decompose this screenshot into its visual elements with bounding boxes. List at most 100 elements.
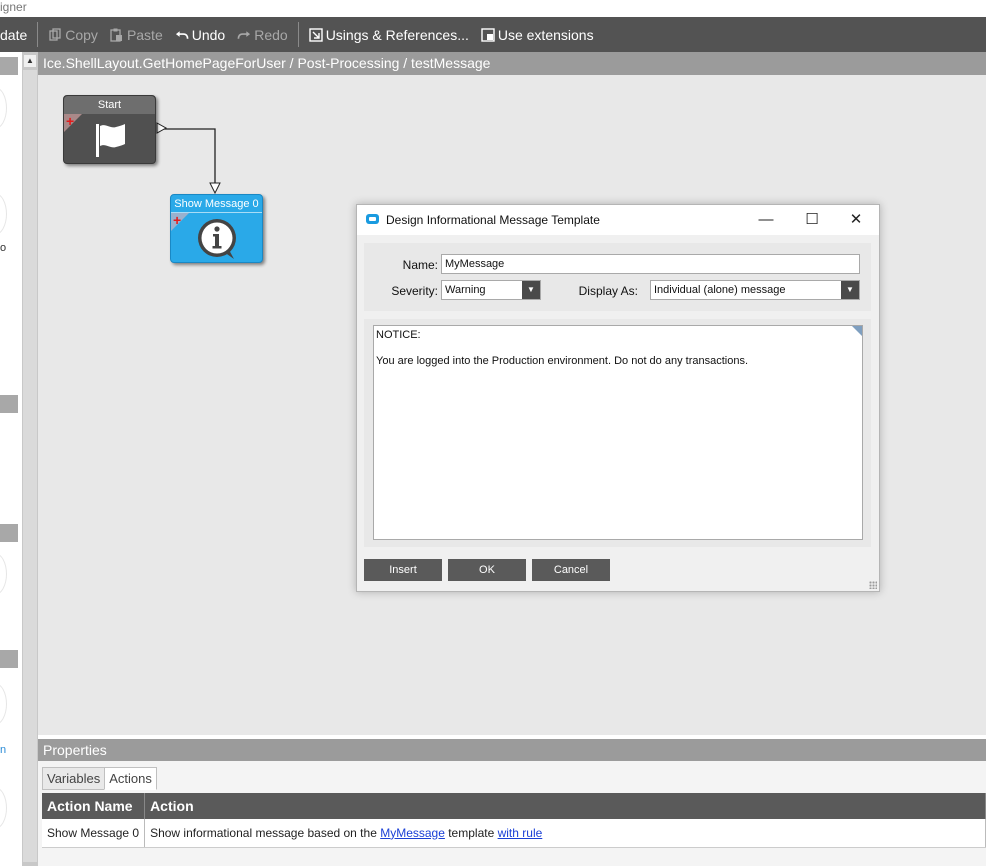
dialog-titlebar[interactable]: Design Informational Message Template — … <box>357 205 879 235</box>
redo-icon <box>237 28 251 42</box>
show-message-node[interactable]: Show Message 0 + <box>170 194 263 263</box>
tab-actions[interactable]: Actions <box>104 767 157 790</box>
dialog-fields-panel: Name: Severity: Warning ▼ Display As: In… <box>364 243 871 311</box>
left-panel-item[interactable] <box>0 88 6 128</box>
action-text: Show informational message based on the <box>150 825 381 840</box>
insert-button[interactable]: Insert <box>364 559 442 581</box>
name-label: Name: <box>402 258 438 272</box>
paste-label: Paste <box>126 26 163 43</box>
window-title: igner <box>0 0 986 17</box>
references-icon <box>308 27 323 42</box>
display-as-label: Display As: <box>578 284 638 298</box>
update-button[interactable]: date <box>0 17 33 52</box>
use-extensions-label: Use extensions <box>497 26 594 43</box>
left-panel: o n <box>0 52 22 866</box>
left-panel-header <box>0 395 18 413</box>
left-panel-header <box>0 57 18 75</box>
action-name-cell[interactable]: Show Message 0 <box>42 819 146 848</box>
message-template-link[interactable]: MyMessage <box>380 826 445 840</box>
left-panel-text: n <box>0 744 7 756</box>
left-panel-item[interactable] <box>0 554 6 594</box>
actions-table: Action Name Action Show Message 0 Show i… <box>42 793 986 848</box>
main-toolbar: date Copy Paste Undo Redo Usings & Refer… <box>0 17 986 52</box>
display-as-select[interactable]: Individual (alone) message ▼ <box>650 280 860 300</box>
scroll-up-arrow-icon[interactable]: ▲ <box>24 55 36 67</box>
name-input[interactable] <box>441 254 860 274</box>
chevron-down-icon[interactable]: ▼ <box>522 281 540 299</box>
breadcrumb: Ice.ShellLayout.GetHomePageForUser / Pos… <box>38 52 986 75</box>
undo-icon <box>175 28 189 42</box>
ok-button[interactable]: OK <box>448 559 526 581</box>
properties-title: Properties <box>43 742 107 758</box>
left-panel-item[interactable] <box>0 194 6 234</box>
table-row[interactable]: Show Message 0 Show informational messag… <box>42 819 986 848</box>
column-header-action-name[interactable]: Action Name <box>42 793 146 819</box>
properties-panel: Variables Actions Action Name Action Sho… <box>38 761 986 866</box>
start-node-header: Start <box>64 96 155 114</box>
left-panel-header <box>0 524 18 542</box>
connector-source-arrow-icon <box>156 122 168 134</box>
connector-target-arrow-icon <box>209 182 221 195</box>
message-line: You are logged into the Production envir… <box>376 355 749 367</box>
toolbar-separator <box>297 22 299 47</box>
redo-button[interactable]: Redo <box>231 17 293 52</box>
maximize-icon: ☐ <box>805 211 819 228</box>
usings-references-label: Usings & References... <box>325 26 469 43</box>
message-template-dialog: Design Informational Message Template — … <box>356 204 880 592</box>
redo-label: Redo <box>254 26 288 43</box>
add-plus-icon[interactable]: + <box>66 114 74 128</box>
connector-line <box>159 128 216 183</box>
left-panel-item[interactable] <box>0 788 6 828</box>
message-editor-panel: NOTICE: You are logged into the Producti… <box>364 319 871 547</box>
chevron-down-icon[interactable]: ▼ <box>841 281 859 299</box>
dialog-title: Design Informational Message Template <box>386 213 600 227</box>
left-panel-text: o <box>0 242 7 254</box>
resize-grip-icon[interactable] <box>869 581 877 589</box>
severity-label: Severity: <box>391 284 438 298</box>
message-text-editor[interactable]: NOTICE: You are logged into the Producti… <box>373 325 863 540</box>
paste-button[interactable]: Paste <box>104 17 169 52</box>
start-node-label: Start <box>97 99 122 111</box>
toolbar-separator <box>37 22 39 47</box>
info-speech-icon <box>194 217 240 266</box>
add-plus-icon[interactable]: + <box>173 213 181 227</box>
close-icon: ✕ <box>849 211 863 228</box>
paste-icon <box>110 28 124 42</box>
table-header-row: Action Name Action <box>42 793 986 819</box>
properties-header: Properties <box>38 739 986 761</box>
with-rule-link[interactable]: with rule <box>498 826 543 840</box>
undo-button[interactable]: Undo <box>169 17 231 52</box>
minimize-icon: — <box>758 211 774 228</box>
close-button[interactable]: ✕ <box>833 205 879 235</box>
use-extensions-button[interactable]: Use extensions <box>475 17 600 52</box>
left-panel-item[interactable] <box>0 684 6 724</box>
extensions-icon <box>481 27 495 42</box>
display-as-value: Individual (alone) message <box>654 284 786 296</box>
copy-icon <box>48 28 62 42</box>
cancel-button[interactable]: Cancel <box>532 559 610 581</box>
severity-value: Warning <box>445 284 486 296</box>
maximize-button[interactable]: ☐ <box>789 205 835 235</box>
left-panel-header <box>0 650 18 668</box>
copy-button[interactable]: Copy <box>42 17 104 52</box>
breadcrumb-text: Ice.ShellLayout.GetHomePageForUser / Pos… <box>43 55 491 71</box>
tab-variables[interactable]: Variables <box>42 767 106 790</box>
left-scrollbar[interactable]: ▲ <box>22 52 38 866</box>
dialog-app-icon <box>366 214 379 224</box>
action-cell[interactable]: Show informational message based on the … <box>144 819 986 848</box>
show-message-node-label: Show Message 0 <box>174 198 259 210</box>
severity-select[interactable]: Warning ▼ <box>441 280 541 300</box>
usings-references-button[interactable]: Usings & References... <box>303 17 475 52</box>
show-message-node-header: Show Message 0 <box>171 195 262 213</box>
flag-icon <box>92 122 128 163</box>
undo-label: Undo <box>191 26 226 43</box>
scrollbar-track[interactable] <box>23 70 37 862</box>
editor-corner-marker <box>852 326 862 336</box>
start-node[interactable]: Start + <box>63 95 156 164</box>
window-title-text: igner <box>0 0 27 14</box>
minimize-button[interactable]: — <box>743 205 789 235</box>
column-header-action[interactable]: Action <box>144 793 986 819</box>
action-text: template <box>444 825 498 840</box>
copy-label: Copy <box>65 26 98 43</box>
properties-tabs: Variables Actions <box>42 767 157 790</box>
